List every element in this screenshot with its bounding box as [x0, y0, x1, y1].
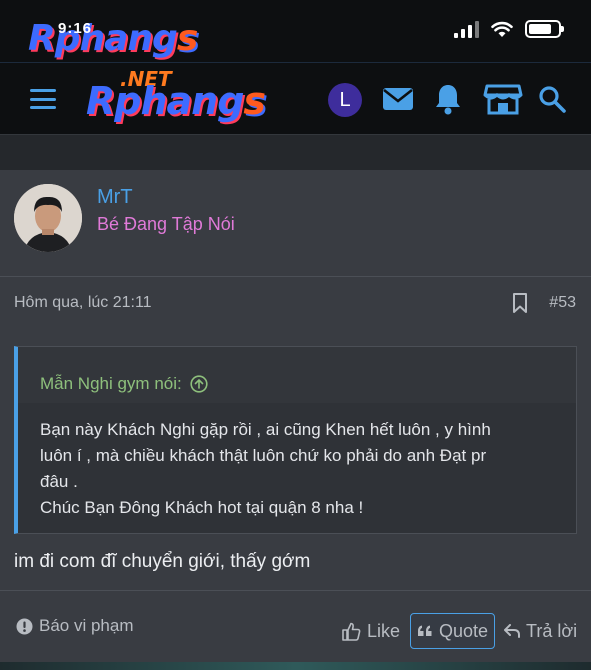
cellular-signal-icon	[454, 20, 479, 38]
top-navbar: .NET Rphangs L	[0, 62, 591, 134]
post-message: im đi com đĩ chuyển giới, thấy gớm	[14, 551, 311, 572]
post-number-link[interactable]: #53	[549, 294, 576, 312]
post-actions-bar: Báo vi phạm Like Quote Trả lời	[0, 590, 591, 670]
quote-author: Mẫn Nghi gym nói:	[40, 374, 182, 393]
report-button[interactable]: Báo vi phạm	[16, 616, 134, 636]
user-title: Bé Đang Tập Nói	[97, 214, 235, 234]
bell-icon[interactable]	[430, 81, 466, 117]
status-bar: Rphangs 9:16	[0, 0, 591, 62]
thumbs-up-icon	[342, 622, 361, 641]
report-label: Báo vi phạm	[39, 616, 134, 635]
quote-line: luôn í , mà chiều khách thật luôn chứ ko…	[40, 446, 487, 465]
arrow-up-circle-icon	[190, 375, 208, 393]
quote-line: Bạn này Khách Nghi gặp rồi , ai cũng Khe…	[40, 420, 491, 439]
wifi-icon	[491, 21, 513, 37]
quote-line: Chúc Bạn Đông Khách hot tại quận 8 nha !	[40, 498, 364, 517]
site-logo[interactable]: .NET Rphangs	[86, 65, 296, 131]
reply-label: Trả lời	[526, 620, 578, 641]
clock: 9:16	[58, 20, 93, 37]
post-card: MrT Bé Đang Tập Nói Hôm qua, lúc 21:11 #…	[0, 170, 591, 670]
account-avatar[interactable]: L	[328, 83, 362, 117]
like-label: Like	[367, 620, 401, 641]
mail-icon[interactable]	[380, 81, 416, 117]
quote-author-link[interactable]: Mẫn Nghi gym nói:	[18, 347, 576, 403]
battery-icon	[525, 20, 564, 38]
post-timestamp[interactable]: Hôm qua, lúc 21:11	[14, 294, 152, 312]
post-header: MrT Bé Đang Tập Nói	[0, 170, 591, 277]
bottom-edge	[0, 662, 591, 670]
quote-button[interactable]: Quote	[410, 613, 496, 649]
store-icon[interactable]	[482, 81, 524, 117]
quote-label: Quote	[439, 620, 489, 641]
bookmark-icon[interactable]	[511, 292, 529, 314]
reply-button[interactable]: Trả lời	[504, 613, 577, 649]
thread-header-strip	[0, 134, 591, 170]
menu-icon[interactable]	[30, 89, 56, 109]
alert-circle-icon	[16, 618, 33, 634]
quote-block: Mẫn Nghi gym nói: Bạn này Khách Nghi gặp…	[14, 346, 577, 534]
search-icon[interactable]	[534, 81, 570, 117]
quote-content: Bạn này Khách Nghi gặp rồi , ai cũng Khe…	[18, 403, 576, 533]
like-button[interactable]: Like	[342, 613, 400, 649]
quote-line: đâu .	[40, 472, 78, 491]
reply-arrow-icon	[504, 624, 520, 638]
quote-icon	[418, 625, 432, 636]
user-avatar[interactable]	[14, 184, 82, 252]
watermark-logo: Rphangs	[28, 18, 198, 59]
post-author-name[interactable]: MrT	[97, 186, 133, 209]
